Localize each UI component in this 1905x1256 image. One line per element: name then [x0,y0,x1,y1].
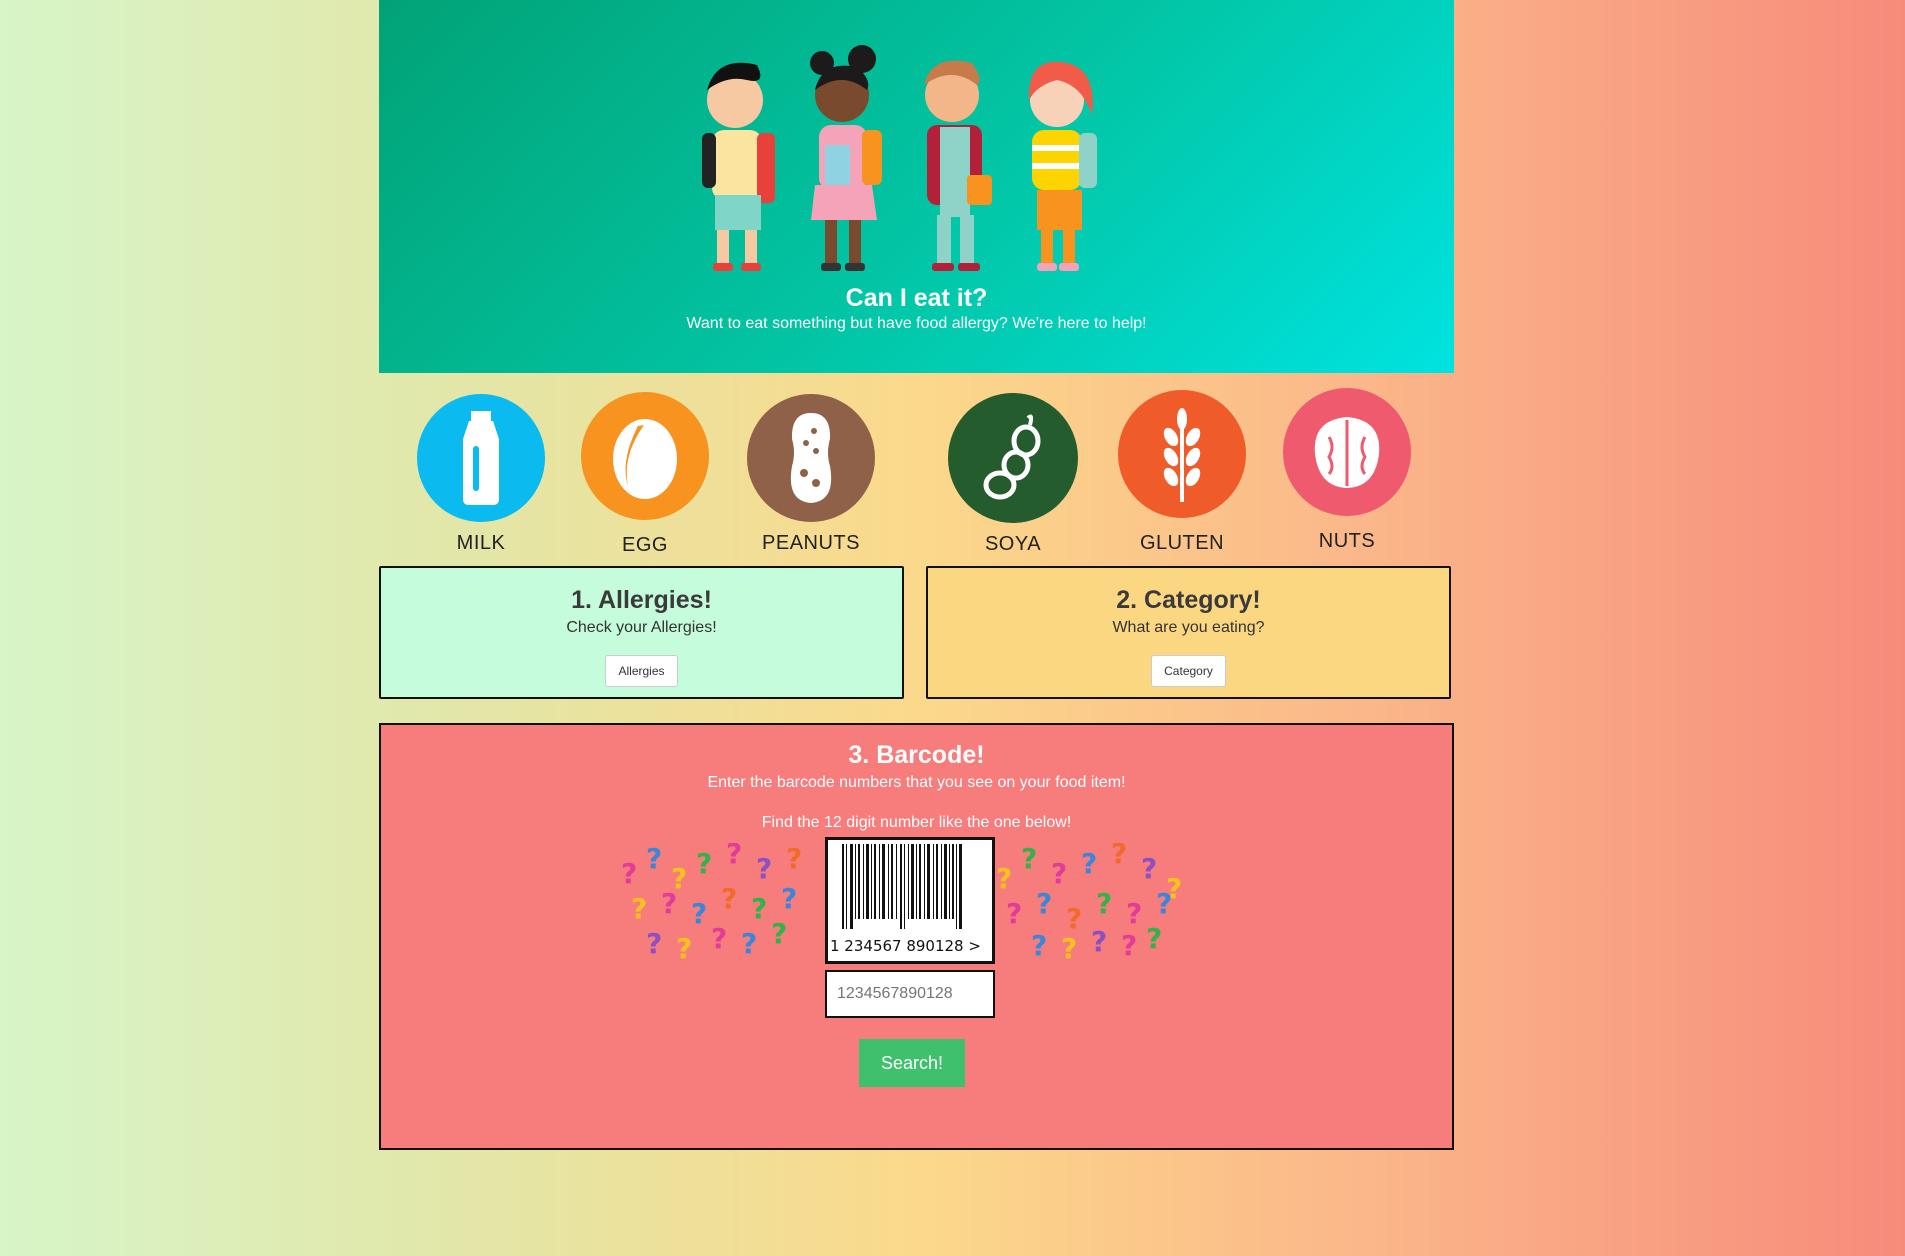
allergen-gluten[interactable]: GLUTEN [1107,390,1257,555]
soy-bean-icon [948,393,1078,523]
svg-text:?: ? [996,862,1012,895]
svg-text:?: ? [1156,887,1172,920]
allergen-label: SOYA [984,533,1042,555]
svg-text:?: ? [1126,897,1142,930]
allergies-button[interactable]: Allergies [605,655,678,687]
allergies-card-title: 1. Allergies! [571,586,712,614]
svg-text:?: ? [1066,902,1082,935]
svg-text:?: ? [1096,887,1112,920]
svg-text:?: ? [1081,847,1097,880]
svg-text:?: ? [1146,922,1162,955]
svg-text:?: ? [786,843,802,875]
svg-text:?: ? [781,882,797,915]
allergen-icons-row: MILK EGG PEANUTS SOYA GLUTEN NUTS [379,373,1454,566]
egg-icon [581,392,709,520]
wheat-icon [1118,390,1246,518]
walnut-icon [1283,388,1411,516]
allergen-egg[interactable]: EGG [570,392,720,557]
svg-text:?: ? [1141,852,1157,885]
category-card-title: 2. Category! [1116,586,1261,614]
allergies-card-text: Check your Allergies! [566,619,717,636]
svg-text:?: ? [631,892,647,925]
allergen-label: MILK [456,532,506,554]
svg-text:?: ? [646,927,662,960]
allergen-peanuts[interactable]: PEANUTS [736,394,886,555]
svg-text:?: ? [756,852,772,885]
svg-text:?: ? [1091,925,1107,958]
category-button[interactable]: Category [1151,655,1226,687]
svg-text:?: ? [691,897,707,930]
svg-text:?: ? [771,917,787,950]
step-cards-row: 1. Allergies! Check your Allergies! Alle… [379,566,1454,703]
svg-text:?: ? [1006,897,1022,930]
svg-text:?: ? [1121,929,1137,962]
barcode-card: 3. Barcode! Enter the barcode numbers th… [379,723,1454,1150]
svg-text:?: ? [1061,932,1077,965]
allergen-nuts[interactable]: NUTS [1272,388,1422,553]
svg-text:?: ? [696,847,712,880]
svg-text:?: ? [1036,887,1052,920]
allergen-label: EGG [622,534,668,556]
question-marks-left-image: ??? ??? ??? ??? ??? ??? [621,843,802,965]
barcode-digits: 1 234567 890128 > [830,937,981,955]
barcode-example-image: 1 234567 890128 > [825,837,995,964]
svg-text:?: ? [751,892,767,925]
svg-text:?: ? [661,887,677,920]
svg-text:?: ? [1051,857,1067,890]
hero-banner: Can I eat it? Want to eat something but … [379,0,1454,373]
allergies-card: 1. Allergies! Check your Allergies! Alle… [379,566,904,699]
svg-text:?: ? [726,843,742,870]
milk-bottle-icon [417,394,545,522]
hero-title: Can I eat it? [845,284,988,312]
svg-text:?: ? [741,927,757,960]
svg-text:?: ? [676,932,692,965]
hero-subtitle: Want to eat something but have food alle… [686,315,1147,332]
barcode-input[interactable] [825,970,995,1018]
allergen-label: GLUTEN [1139,532,1225,554]
svg-text:?: ? [721,882,737,915]
svg-text:?: ? [621,857,637,890]
allergen-milk[interactable]: MILK [406,394,556,555]
category-card-text: What are you eating? [1112,619,1265,636]
barcode-card-text: Enter the barcode numbers that you see o… [707,774,1126,791]
search-button[interactable]: Search! [859,1039,965,1087]
peanut-icon [747,394,875,522]
category-card: 2. Category! What are you eating? Catego… [926,566,1451,699]
barcode-hint: Find the 12 digit number like the one be… [761,814,1072,831]
barcode-card-title: 3. Barcode! [848,741,985,769]
svg-text:?: ? [711,922,727,955]
question-marks-right-image: ??? ??? ??? ??? ??? ??? [996,843,1182,965]
allergen-label: NUTS [1318,530,1376,552]
svg-text:?: ? [1031,929,1047,962]
allergen-label: PEANUTS [762,532,860,554]
allergen-soya[interactable]: SOYA [938,393,1088,556]
svg-text:?: ? [1111,843,1127,870]
svg-text:?: ? [1021,843,1037,875]
svg-text:?: ? [646,843,662,875]
kids-illustration [702,45,1097,271]
